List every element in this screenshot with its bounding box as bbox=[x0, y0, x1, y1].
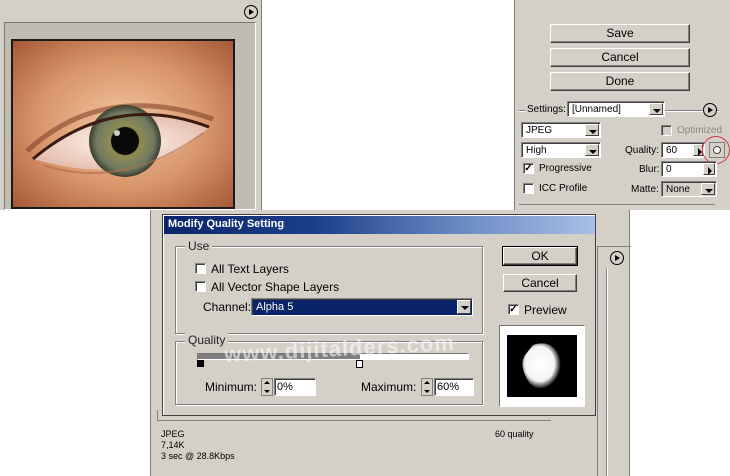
quality-preset-select-value: High bbox=[526, 145, 547, 156]
channel-select-value: Alpha 5 bbox=[256, 301, 294, 313]
format-select[interactable]: JPEG bbox=[521, 122, 601, 138]
all-text-layers-checkbox[interactable] bbox=[195, 263, 206, 274]
image-frame bbox=[4, 22, 256, 210]
slider-min-handle[interactable] bbox=[197, 360, 204, 367]
maximum-field-value: 60% bbox=[437, 381, 460, 393]
blur-field-value: 0 bbox=[666, 164, 672, 175]
chevron-down-icon bbox=[701, 183, 715, 195]
dialog-title: Modify Quality Setting bbox=[168, 218, 285, 230]
ok-button[interactable]: OK bbox=[502, 246, 578, 266]
settings-label: Settings: bbox=[525, 104, 568, 115]
settings-menu-arrow-icon[interactable] bbox=[703, 103, 717, 117]
matte-select[interactable]: None bbox=[661, 181, 717, 197]
use-group-label: Use bbox=[185, 239, 213, 253]
chevron-down-icon bbox=[585, 144, 599, 156]
image-preview-panel bbox=[0, 0, 262, 210]
quality-field-value: 60 bbox=[666, 145, 678, 156]
done-button[interactable]: Done bbox=[550, 72, 690, 91]
quality-group-label: Quality bbox=[185, 333, 229, 347]
dialog-cancel-button[interactable]: Cancel bbox=[503, 274, 577, 292]
background-side-panel bbox=[597, 246, 631, 476]
format-select-value: JPEG bbox=[526, 125, 553, 136]
blur-field[interactable]: 0 bbox=[661, 161, 717, 177]
minimum-field[interactable]: 0% bbox=[274, 378, 316, 396]
cancel-button[interactable]: Cancel bbox=[550, 48, 690, 67]
preview-info-time: 3 sec @ 28.8Kbps bbox=[161, 451, 235, 461]
all-vector-shape-layers-checkbox[interactable] bbox=[195, 281, 206, 292]
alpha-channel-thumbnail bbox=[507, 335, 577, 397]
minimum-field-value: 0% bbox=[277, 381, 293, 393]
highlight-circle bbox=[702, 136, 730, 164]
icc-profile-label: ICC Profile bbox=[539, 183, 588, 194]
blur-label: Blur: bbox=[639, 164, 660, 175]
channel-label: Channel: bbox=[203, 300, 252, 314]
matte-select-value: None bbox=[666, 184, 690, 195]
preview-info-format: JPEG bbox=[161, 429, 185, 439]
all-text-layers-label: All Text Layers bbox=[211, 262, 289, 276]
minimum-stepper[interactable] bbox=[261, 378, 273, 396]
slider-max-handle[interactable] bbox=[356, 360, 363, 368]
chevron-down-icon bbox=[649, 103, 663, 115]
all-vector-shape-layers-label: All Vector Shape Layers bbox=[211, 280, 340, 294]
chevron-down-icon bbox=[585, 124, 599, 136]
chevron-right-icon bbox=[703, 163, 715, 175]
panel-menu-arrow-icon[interactable] bbox=[610, 251, 624, 265]
background-side-line bbox=[606, 269, 607, 476]
panel-menu-arrow-icon[interactable] bbox=[244, 5, 258, 19]
quality-label: Quality: bbox=[625, 145, 659, 156]
panel-bottom-line bbox=[519, 204, 715, 205]
alpha-channel-thumbnail-frame bbox=[499, 325, 585, 407]
preview-checkbox[interactable]: ✓ bbox=[508, 304, 519, 315]
image-frame-inner bbox=[11, 39, 235, 209]
settings-select[interactable]: [Unnamed] bbox=[567, 101, 665, 117]
settings-select-value: [Unnamed] bbox=[572, 104, 621, 115]
save-button[interactable]: Save bbox=[550, 24, 690, 43]
quality-preset-select[interactable]: High bbox=[521, 142, 601, 158]
progressive-checkbox[interactable]: ✓ bbox=[523, 163, 534, 174]
maximum-stepper[interactable] bbox=[421, 378, 433, 396]
modify-quality-dialog: Modify Quality Setting Use All Text Laye… bbox=[162, 214, 596, 416]
quality-field[interactable]: 60 bbox=[661, 142, 705, 158]
channel-select[interactable]: Alpha 5 bbox=[251, 298, 473, 316]
preview-info-quality: 60 quality bbox=[495, 429, 534, 439]
preview-info-size: 7,14K bbox=[161, 440, 185, 450]
dialog-title-bar: Modify Quality Setting bbox=[164, 216, 595, 234]
optimized-checkbox[interactable] bbox=[661, 125, 672, 136]
save-settings-panel: Save Cancel Done Settings: [Unnamed] JPE… bbox=[514, 0, 730, 210]
optimized-label: Optimized bbox=[677, 125, 723, 136]
minimum-label: Minimum: bbox=[205, 380, 258, 394]
maximum-label: Maximum: bbox=[361, 380, 417, 394]
eye-photo bbox=[13, 41, 233, 207]
preview-label: Preview bbox=[524, 303, 567, 317]
matte-label: Matte: bbox=[631, 184, 659, 195]
maximum-field[interactable]: 60% bbox=[434, 378, 474, 396]
progressive-label: Progressive bbox=[539, 163, 592, 174]
chevron-down-icon bbox=[457, 300, 471, 314]
preview-info-box: JPEG 7,14K 3 sec @ 28.8Kbps 60 quality bbox=[157, 420, 551, 476]
icc-profile-checkbox[interactable] bbox=[523, 183, 534, 194]
